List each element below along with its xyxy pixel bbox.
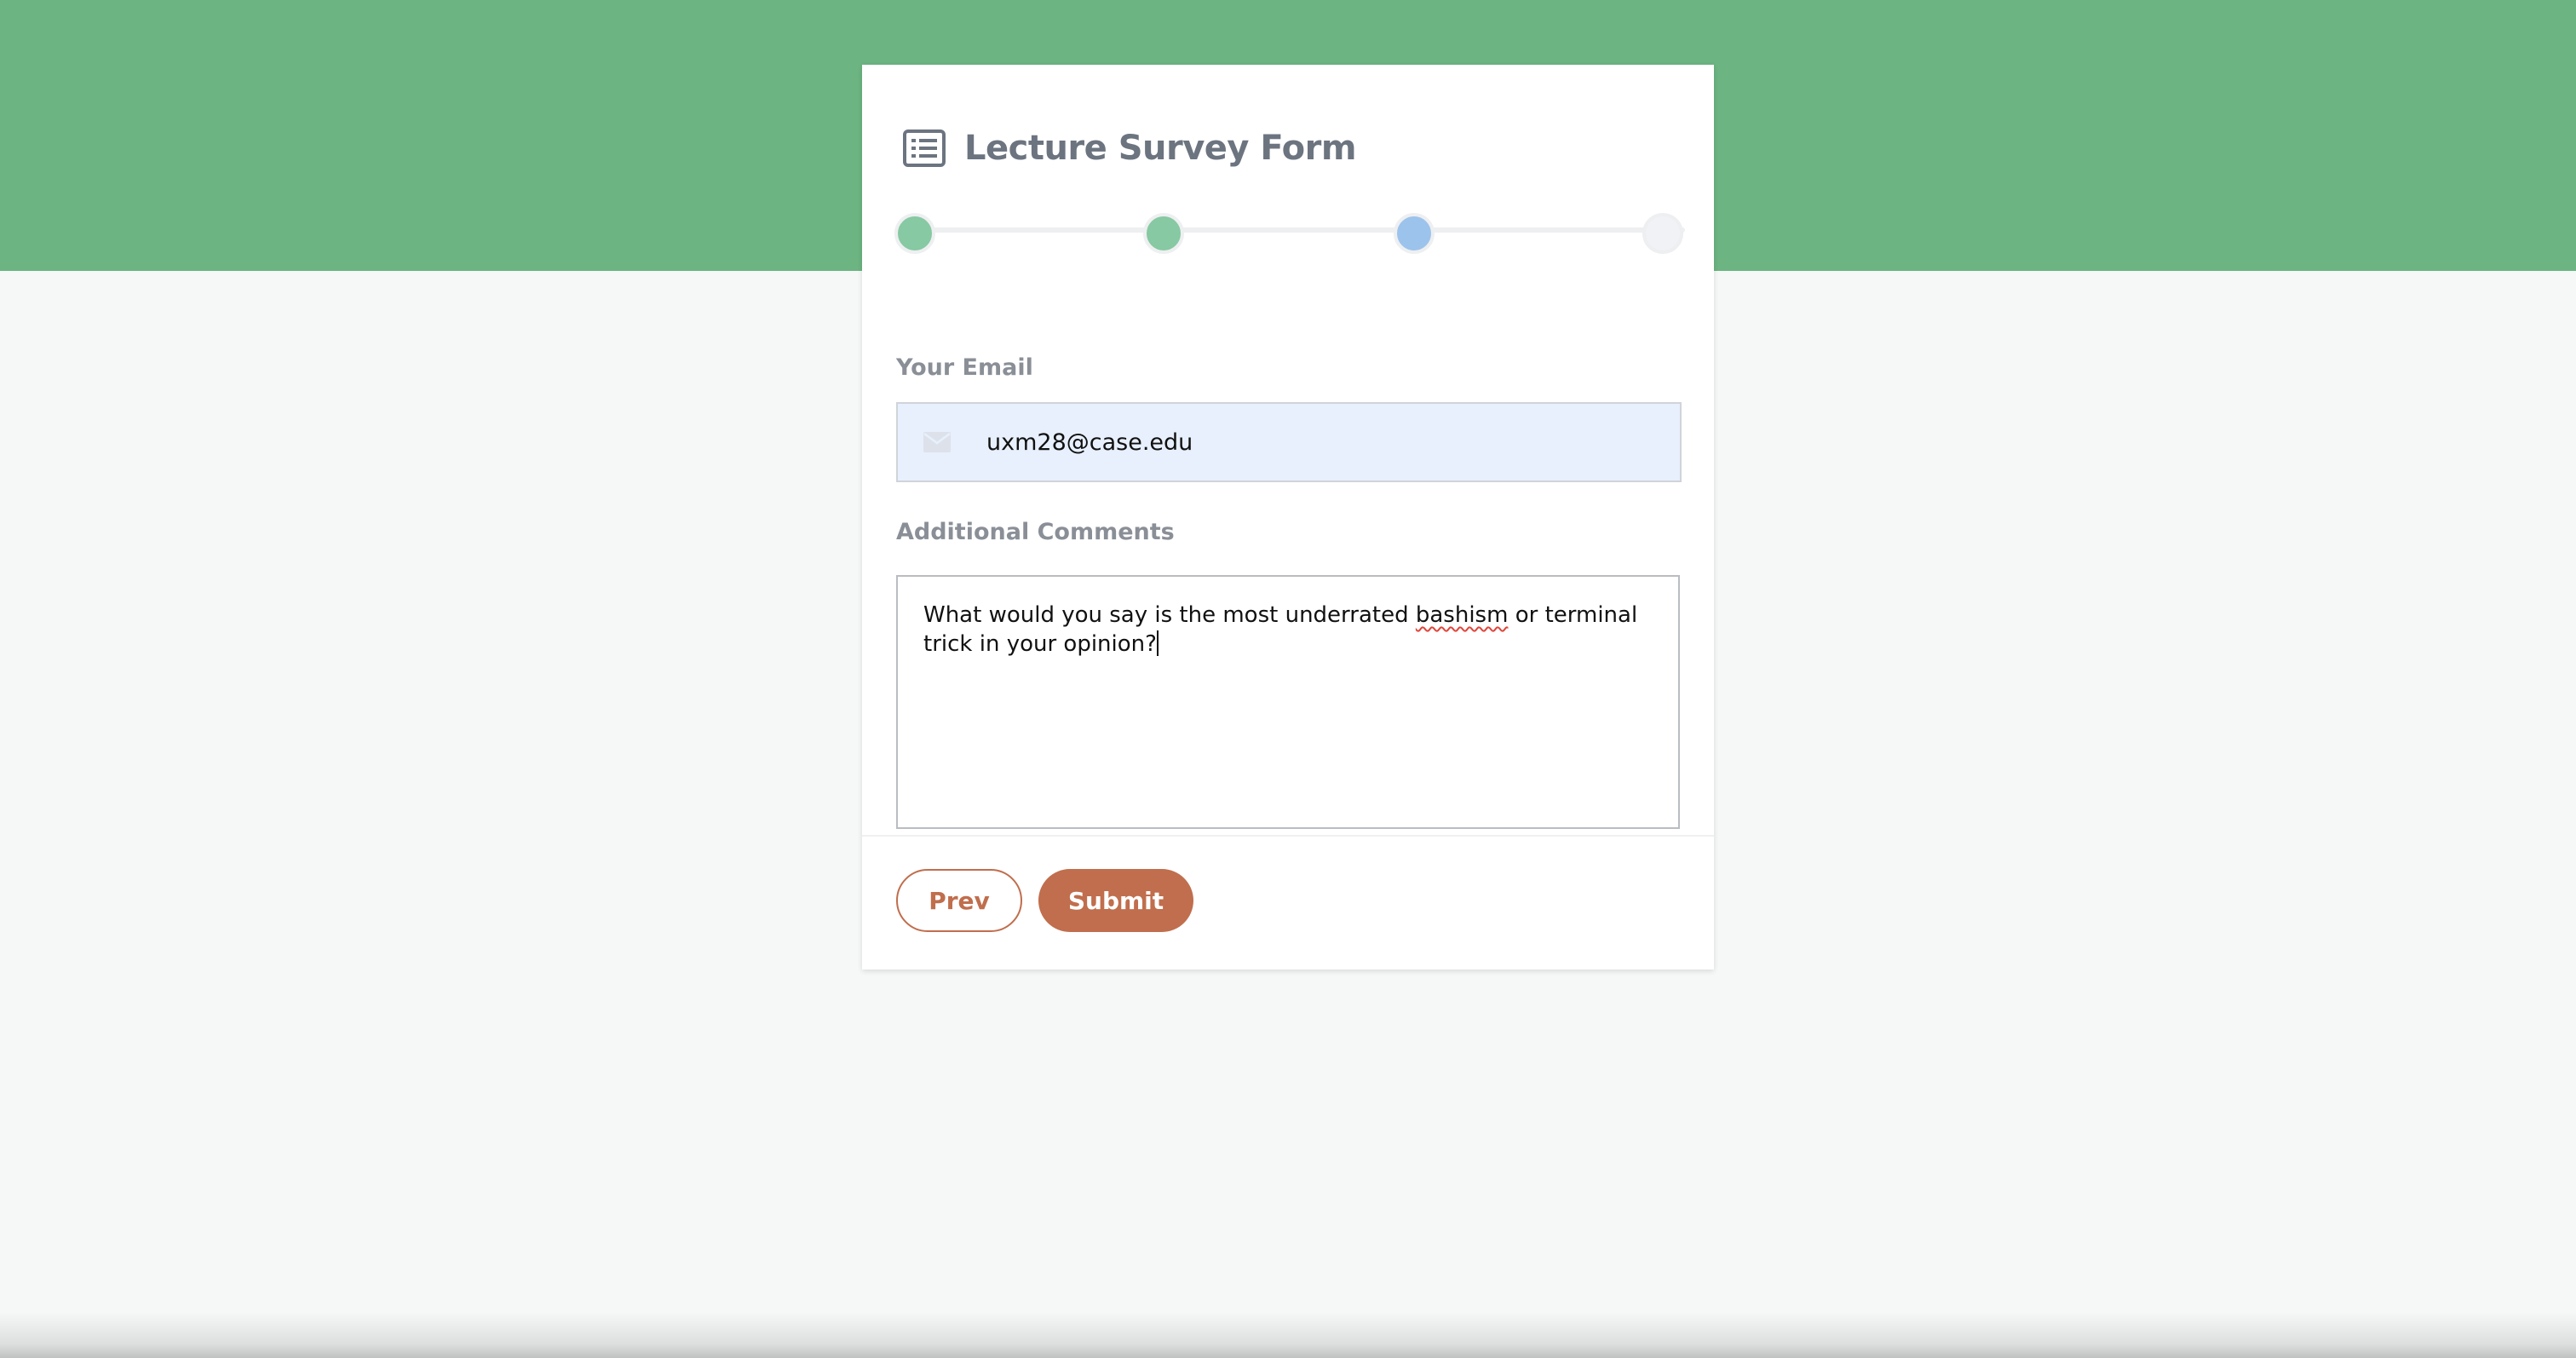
- progress-step-1: [894, 213, 935, 254]
- progress-step-2: [1143, 213, 1184, 254]
- text-caret: [1156, 630, 1159, 656]
- submit-button[interactable]: Submit: [1038, 869, 1193, 932]
- form-title: Lecture Survey Form: [964, 129, 1357, 168]
- comments-label: Additional Comments: [896, 519, 1175, 545]
- progress-step-4: [1642, 213, 1683, 254]
- comments-text: What would you say is the most underrate…: [923, 601, 1656, 659]
- comments-text-before: What would you say is the most underrate…: [923, 602, 1416, 628]
- list-form-icon: [903, 129, 946, 167]
- progress-track: [903, 227, 1685, 233]
- email-value: uxm28@case.edu: [986, 429, 1193, 456]
- bottom-edge-shadow: [0, 1312, 2576, 1358]
- form-header: Lecture Survey Form: [903, 123, 1357, 174]
- envelope-icon: [923, 432, 951, 452]
- email-label: Your Email: [896, 354, 1033, 381]
- prev-button[interactable]: Prev: [896, 869, 1022, 932]
- survey-card: Lecture Survey Form Your Email uxm28@cas…: [862, 65, 1714, 970]
- email-field[interactable]: uxm28@case.edu: [896, 402, 1682, 482]
- progress-step-3: [1394, 213, 1435, 254]
- progress-steps: [894, 210, 1693, 254]
- footer-divider: [862, 835, 1714, 837]
- comments-textarea[interactable]: What would you say is the most underrate…: [896, 575, 1680, 829]
- page: Lecture Survey Form Your Email uxm28@cas…: [0, 0, 2576, 1358]
- misspelled-word: bashism: [1415, 602, 1509, 628]
